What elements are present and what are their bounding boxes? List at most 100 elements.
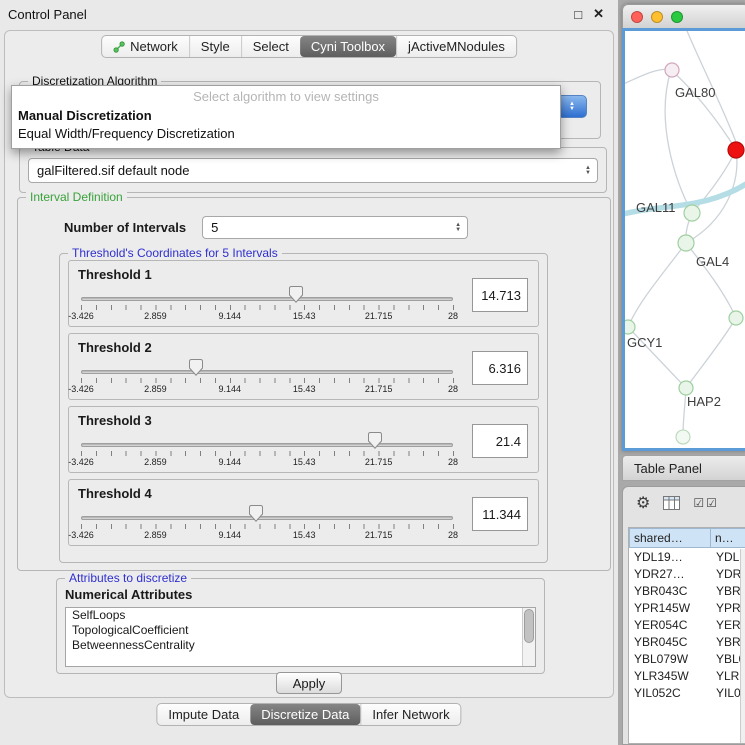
list-item[interactable]: TopologicalCoefficient: [66, 623, 535, 638]
tick-label: 2.859: [144, 457, 167, 467]
network-titlebar[interactable]: [622, 4, 745, 28]
threshold-value-field[interactable]: 14.713: [472, 278, 528, 312]
tab-select[interactable]: Select: [241, 36, 300, 57]
table-row[interactable]: YIL052CYIL0: [629, 684, 745, 701]
tick-label: 2.859: [144, 311, 167, 321]
tab-infer-network[interactable]: Infer Network: [360, 704, 460, 725]
popup-item-manual-discretization[interactable]: Manual Discretization: [12, 107, 560, 125]
slider-thumb[interactable]: [249, 505, 263, 522]
table-toolbar: ⚙ ☑ ☑: [623, 487, 745, 519]
attributes-group: Attributes to discretize Numerical Attri…: [56, 578, 545, 674]
close-icon[interactable]: ✕: [593, 6, 604, 22]
table-row[interactable]: YBR043CYBR0: [629, 582, 745, 599]
number-of-intervals-row: Number of Intervals 5 ▲ ▼: [64, 216, 610, 239]
table-data-combo[interactable]: galFiltered.sif default node ▲ ▼: [28, 158, 598, 183]
tab-network[interactable]: Network: [102, 36, 189, 57]
slider-thumb[interactable]: [189, 359, 203, 376]
tab-label: Network: [130, 39, 178, 54]
tick-label: -3.426: [68, 384, 94, 394]
network-canvas-frame: GAL80 GAL11 GAL4 GCY1 HAP2: [622, 28, 745, 451]
slider-track[interactable]: [81, 443, 453, 447]
column-header[interactable]: shared…: [629, 528, 711, 548]
threshold-value-field[interactable]: 21.4: [472, 424, 528, 458]
tab-label: jActiveMNodules: [408, 39, 505, 54]
slider-track[interactable]: [81, 297, 453, 301]
table-panel-title: Table Panel: [634, 461, 702, 476]
tick-label: -3.426: [68, 457, 94, 467]
algorithm-combo-arrows[interactable]: ▲ ▼: [557, 95, 587, 118]
tab-discretize-data[interactable]: Discretize Data: [250, 704, 360, 725]
table-cell: YDL19…: [629, 550, 711, 564]
node-label[interactable]: GAL11: [636, 200, 676, 215]
tab-style[interactable]: Style: [189, 36, 241, 57]
selected-node[interactable]: [728, 142, 744, 158]
tab-label: Select: [253, 39, 289, 54]
number-of-intervals-combo[interactable]: 5 ▲ ▼: [202, 216, 468, 239]
tab-impute-data[interactable]: Impute Data: [157, 704, 250, 725]
threshold-label: Threshold 4: [78, 486, 152, 501]
scrollbar[interactable]: [522, 608, 535, 666]
slider[interactable]: -3.4262.8599.14415.4321.71528: [81, 430, 453, 472]
tick-labels: -3.4262.8599.14415.4321.71528: [81, 530, 453, 541]
traffic-light-close[interactable]: [631, 11, 643, 23]
scrollbar[interactable]: [740, 549, 745, 743]
tab-label: Infer Network: [372, 707, 449, 722]
slider-track[interactable]: [81, 516, 453, 520]
slider-ticks: [81, 378, 454, 383]
tick-label: 9.144: [219, 311, 242, 321]
window-buttons: □ ✕: [574, 6, 604, 22]
table-data-group: Table Data galFiltered.sif default node …: [19, 147, 607, 193]
traffic-light-zoom[interactable]: [671, 11, 683, 23]
tick-labels: -3.4262.8599.14415.4321.71528: [81, 457, 453, 468]
popup-item-equal-width-frequency[interactable]: Equal Width/Frequency Discretization: [12, 125, 560, 143]
tab-jactivemnodules[interactable]: jActiveMNodules: [396, 36, 516, 57]
spinner-down-icon: ▼: [455, 228, 461, 233]
node-label[interactable]: GAL4: [696, 254, 729, 269]
tick-label: 28: [448, 311, 458, 321]
slider-track[interactable]: [81, 370, 453, 374]
checkbox-checked-icon[interactable]: ☑: [693, 496, 704, 510]
threshold-value-field[interactable]: 6.316: [472, 351, 528, 385]
spinner-down-icon: ▼: [585, 171, 591, 176]
list-item[interactable]: BetweennessCentrality: [66, 638, 535, 653]
table-row[interactable]: YDR27…YDR2: [629, 565, 745, 582]
scrollbar-thumb[interactable]: [524, 609, 534, 643]
table-row[interactable]: YLR345WYLR3: [629, 667, 745, 684]
table-row[interactable]: YPR145WYPR1: [629, 599, 745, 616]
table-row[interactable]: YBL079WYBL0: [629, 650, 745, 667]
table-panel-header[interactable]: Table Panel: [622, 455, 745, 481]
float-icon[interactable]: □: [574, 7, 582, 22]
bottom-tabbar: Impute Data Discretize Data Infer Networ…: [156, 703, 461, 726]
traffic-light-minimize[interactable]: [651, 11, 663, 23]
node-label[interactable]: HAP2: [687, 394, 721, 409]
tab-cyni-toolbox[interactable]: Cyni Toolbox: [300, 36, 396, 57]
slider-thumb[interactable]: [368, 432, 382, 449]
columns-icon[interactable]: [663, 496, 680, 510]
gear-icon[interactable]: ⚙: [636, 493, 650, 513]
node-label[interactable]: GCY1: [627, 335, 662, 350]
list-item[interactable]: SelfLoops: [66, 608, 535, 623]
table-row[interactable]: YDL19…YDL1: [629, 548, 745, 565]
table-cell: YBR045C: [629, 635, 711, 649]
network-canvas[interactable]: GAL80 GAL11 GAL4 GCY1 HAP2: [625, 31, 745, 451]
node-table-body: YDL19…YDL1YDR27…YDR2YBR043CYBR0YPR145WYP…: [629, 548, 745, 701]
slider-ticks: [81, 524, 454, 529]
combo-value: 5: [211, 220, 218, 235]
slider-thumb[interactable]: [289, 286, 303, 303]
table-row[interactable]: YER054CYER0: [629, 616, 745, 633]
column-header[interactable]: n…: [711, 528, 745, 548]
checkbox-checked-icon[interactable]: ☑: [706, 496, 717, 510]
apply-button[interactable]: Apply: [276, 672, 342, 694]
table-row[interactable]: YBR045CYBR0: [629, 633, 745, 650]
slider[interactable]: -3.4262.8599.14415.4321.71528: [81, 503, 453, 545]
threshold-value-field[interactable]: 11.344: [472, 497, 528, 531]
numerical-attributes-list[interactable]: SelfLoops TopologicalCoefficient Between…: [65, 607, 536, 667]
tick-label: 15.43: [293, 457, 316, 467]
tick-label: 9.144: [219, 384, 242, 394]
tick-labels: -3.4262.8599.14415.4321.71528: [81, 311, 453, 322]
node-label[interactable]: GAL80: [675, 85, 715, 100]
titlebar[interactable]: Control Panel □ ✕: [0, 0, 618, 28]
slider[interactable]: -3.4262.8599.14415.4321.71528: [81, 284, 453, 326]
tick-label: 21.715: [365, 530, 393, 540]
slider[interactable]: -3.4262.8599.14415.4321.71528: [81, 357, 453, 399]
